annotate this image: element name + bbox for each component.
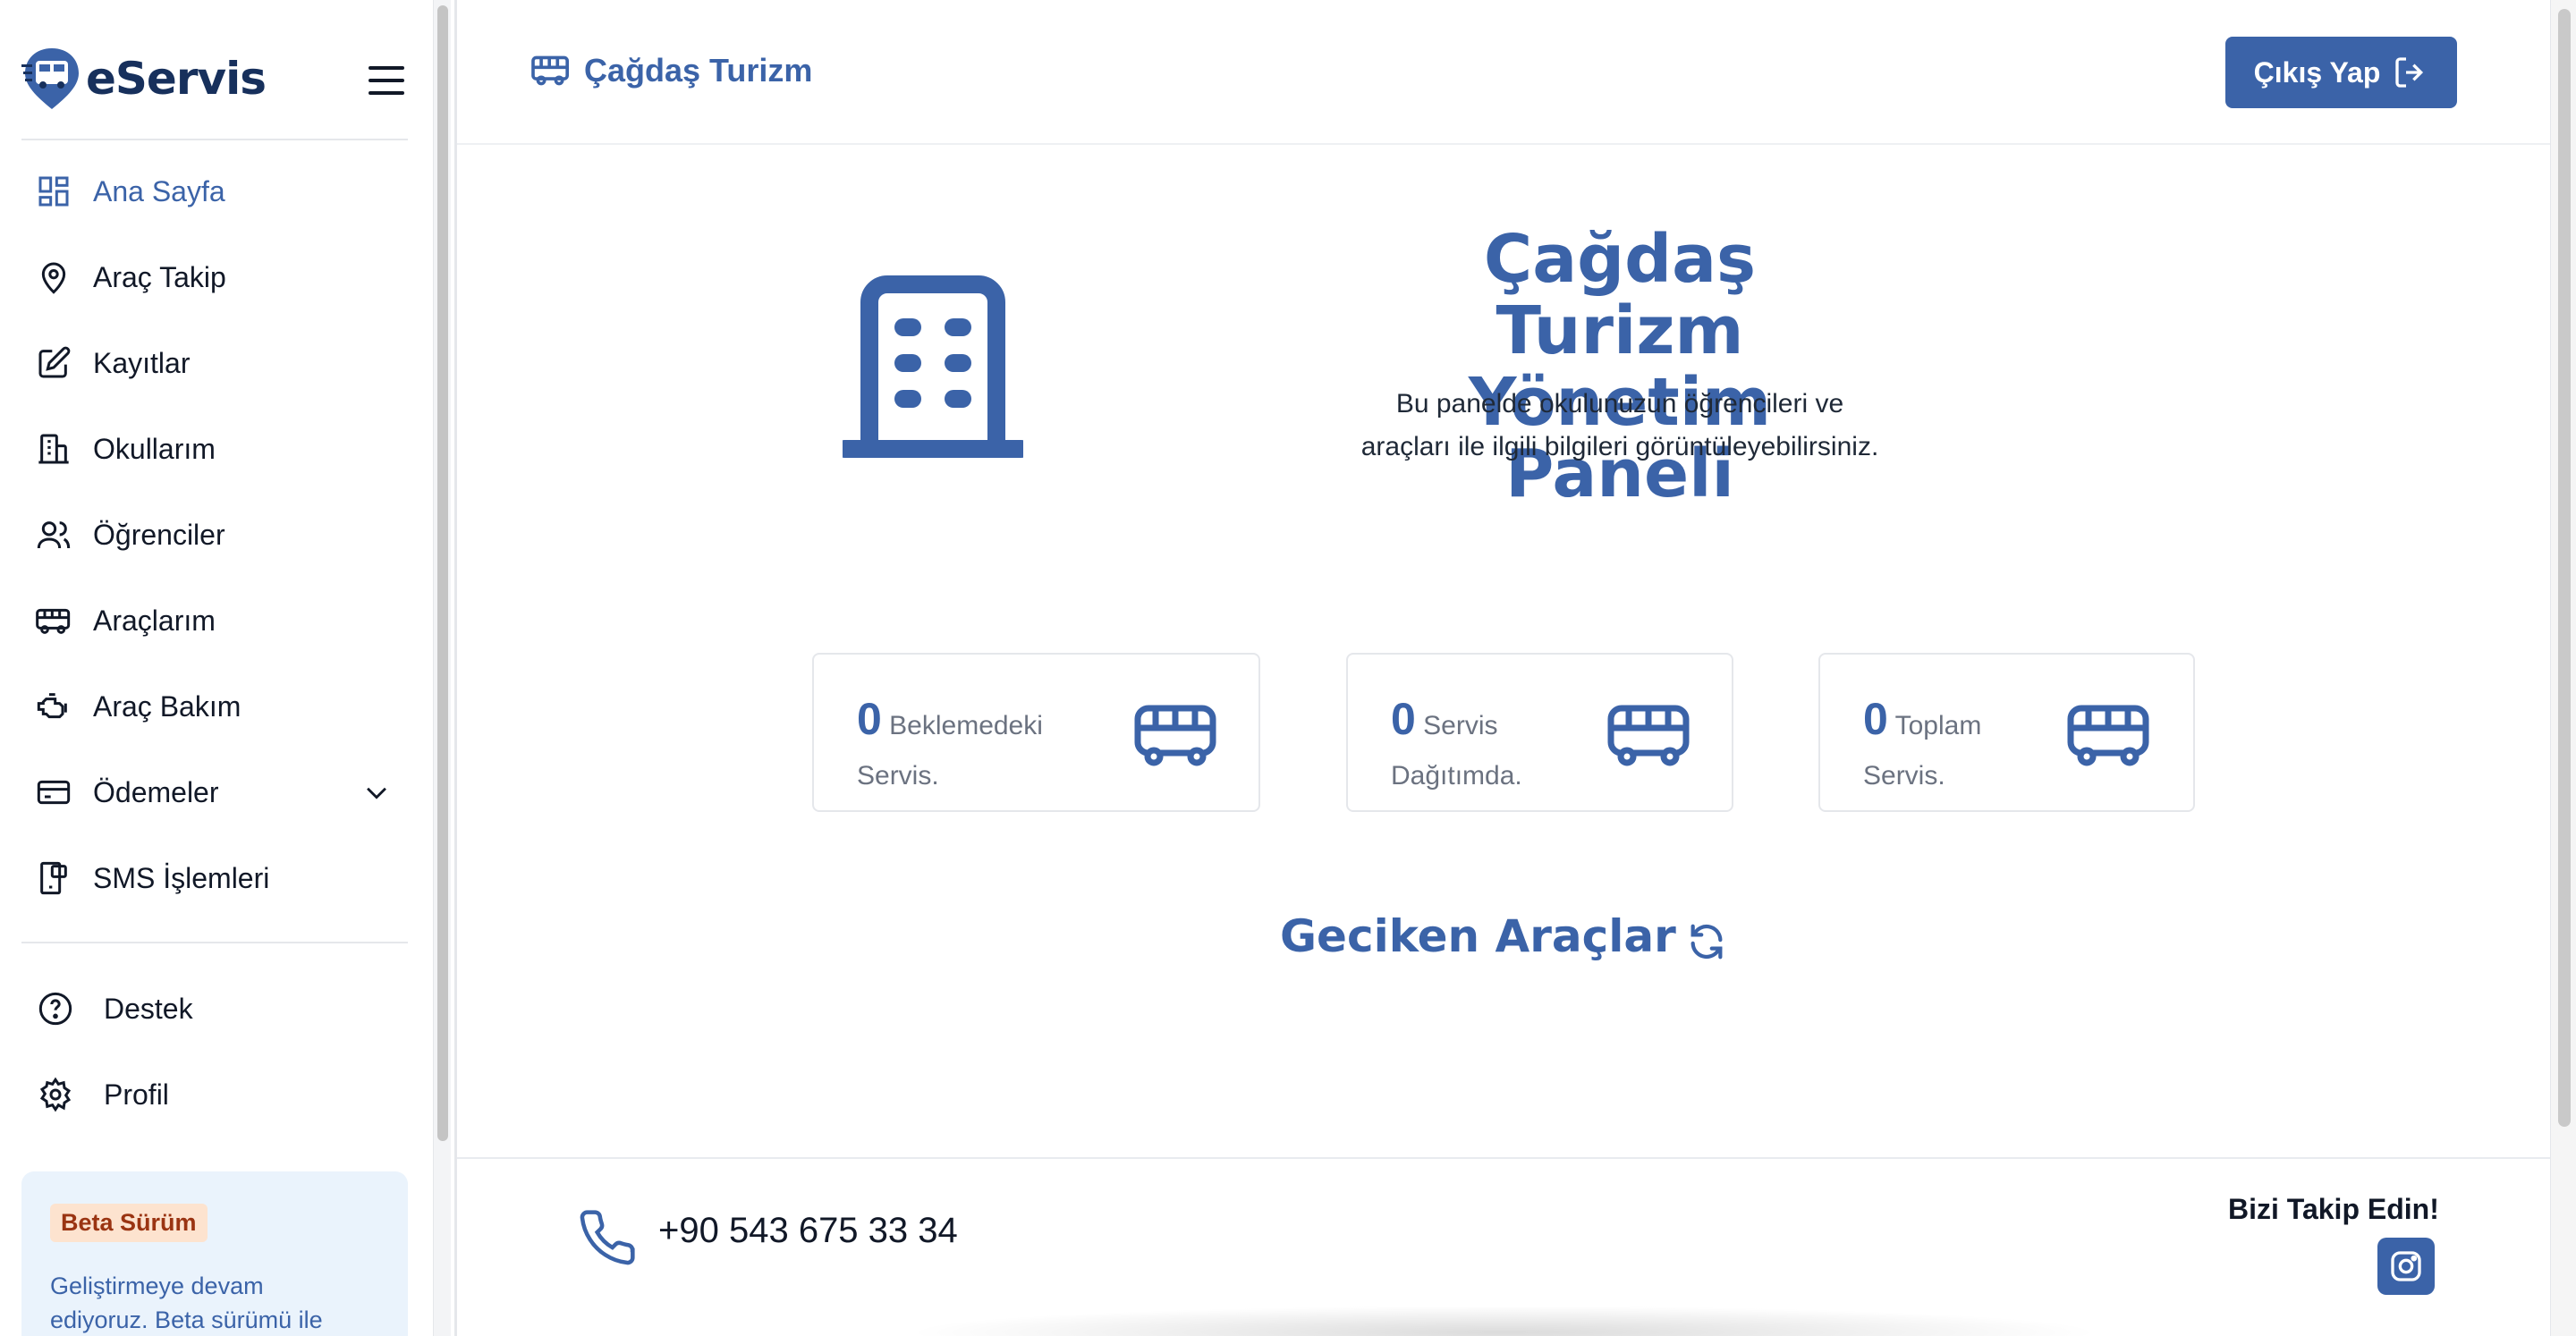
gear-icon: [39, 1077, 72, 1112]
phone-number[interactable]: +90 543 675 33 34: [658, 1211, 958, 1251]
sidebar-scrollbar-thumb[interactable]: [437, 5, 448, 1141]
map-pin-icon: [41, 262, 66, 294]
late-vehicles-title: Geciken Araçlar: [1280, 910, 1676, 962]
edit-icon: [38, 346, 71, 378]
engine-icon: [37, 693, 67, 719]
sidebar-divider: [21, 139, 408, 140]
dashboard-icon: [38, 176, 69, 207]
sidebar-item-arac-bakim[interactable]: Araç Bakım: [21, 664, 408, 749]
sidebar-item-label: Ödemeler: [93, 775, 219, 808]
sidebar-scrollbar[interactable]: [433, 0, 451, 1336]
bus-icon: [2067, 705, 2149, 766]
sidebar-item-label: Araç Takip: [93, 260, 226, 293]
beta-notice: Beta Sürüm Geliştirmeye devam ediyoruz. …: [21, 1171, 408, 1336]
hero-subtitle: Bu panelde okulunuzun öğrencileri ve ara…: [1360, 389, 1879, 461]
sidebar-item-label: SMS İşlemleri: [93, 861, 270, 894]
sidebar-item-odemeler[interactable]: Ödemeler: [21, 749, 408, 835]
building-icon: [38, 434, 69, 464]
sidebar-item-okullarim[interactable]: Okullarım: [21, 406, 408, 492]
page-scrollbar-thumb[interactable]: [2558, 9, 2571, 1127]
sidebar-item-label: Öğrenciler: [93, 518, 225, 551]
sidebar-item-label: Ana Sayfa: [93, 174, 225, 207]
refresh-icon[interactable]: [1686, 921, 1727, 962]
phone-icon: [580, 1210, 635, 1265]
stat-card-total: 0 Toplam Servis.: [1818, 653, 2195, 812]
sidebar-nav-secondary: Destek Profil: [21, 966, 408, 1137]
chevron-down-icon[interactable]: [361, 777, 392, 808]
beta-badge: Beta Sürüm: [50, 1204, 208, 1242]
bus-pin-logo-icon: [21, 48, 79, 109]
sidebar-item-sms-islemleri[interactable]: SMS İşlemleri: [21, 835, 408, 921]
stat-text: 0 Beklemedeki Servis.: [857, 694, 1089, 801]
building-illustration-icon: [843, 275, 1023, 458]
sidebar-item-ogrenciler[interactable]: Öğrenciler: [21, 492, 408, 578]
logout-icon: [2395, 57, 2424, 88]
company-name: Çağdaş Turizm: [530, 52, 812, 89]
app-root: eServis Ana Sayfa Araç Takip Kayıtlar Ok…: [0, 0, 2576, 1336]
logout-label: Çıkış Yap: [2253, 55, 2381, 89]
sms-icon: [40, 861, 67, 895]
sidebar-item-profil[interactable]: Profil: [21, 1052, 408, 1137]
sidebar-divider: [21, 942, 408, 943]
sidebar-nav: Ana Sayfa Araç Takip Kayıtlar Okullarım …: [21, 148, 408, 921]
users-icon: [37, 521, 71, 549]
stat-value: 0: [857, 694, 882, 744]
sidebar-item-label: Kayıtlar: [93, 346, 191, 379]
brand-logo[interactable]: eServis: [21, 47, 267, 111]
sidebar: eServis Ana Sayfa Araç Takip Kayıtlar Ok…: [0, 0, 429, 1336]
sidebar-item-ana-sayfa[interactable]: Ana Sayfa: [21, 148, 408, 234]
stat-label: Beklemedeki Servis.: [857, 711, 1043, 791]
stat-value: 0: [1863, 694, 1888, 744]
sidebar-item-label: Profil: [104, 1078, 169, 1111]
stat-text: 0 Servis Dağıtımda.: [1391, 694, 1588, 801]
follow-us-label: Bizi Takip Edin!: [2228, 1193, 2439, 1225]
main-content: Çağdaş Turizm Çıkış Yap Çağdaş Turizm Yö…: [457, 0, 2550, 1336]
logout-button[interactable]: Çıkış Yap: [2225, 37, 2457, 108]
instagram-icon: [2391, 1251, 2421, 1281]
beta-text: Geliştirmeye devam ediyoruz. Beta sürümü…: [50, 1273, 323, 1333]
company-title: Çağdaş Turizm: [584, 52, 813, 89]
sidebar-item-arac-takip[interactable]: Araç Takip: [21, 234, 408, 320]
bus-icon: [531, 55, 569, 86]
credit-card-icon: [37, 780, 71, 805]
instagram-button[interactable]: [2377, 1238, 2435, 1295]
sidebar-item-label: Destek: [104, 992, 193, 1025]
help-icon: [38, 992, 72, 1026]
sidebar-item-araclarim[interactable]: Araçlarım: [21, 578, 408, 664]
stat-value: 0: [1391, 694, 1416, 744]
sidebar-item-label: Okullarım: [93, 432, 216, 465]
sidebar-item-label: Araç Bakım: [93, 689, 242, 723]
sidebar-item-label: Araçlarım: [93, 604, 216, 637]
bus-icon: [1134, 705, 1216, 766]
stat-text: 0 Toplam Servis.: [1863, 694, 2042, 801]
bus-icon: [1607, 705, 1690, 766]
sidebar-item-destek[interactable]: Destek: [21, 966, 408, 1052]
page-scrollbar[interactable]: [2550, 0, 2576, 1336]
menu-toggle-icon[interactable]: [369, 66, 404, 97]
bus-icon: [36, 608, 71, 634]
stat-card-distributing: 0 Servis Dağıtımda.: [1346, 653, 1733, 812]
top-bar: Çağdaş Turizm Çıkış Yap: [457, 0, 2550, 145]
sidebar-item-kayitlar[interactable]: Kayıtlar: [21, 320, 408, 406]
stat-card-waiting: 0 Beklemedeki Servis.: [812, 653, 1260, 812]
brand-name: eServis: [86, 53, 267, 105]
